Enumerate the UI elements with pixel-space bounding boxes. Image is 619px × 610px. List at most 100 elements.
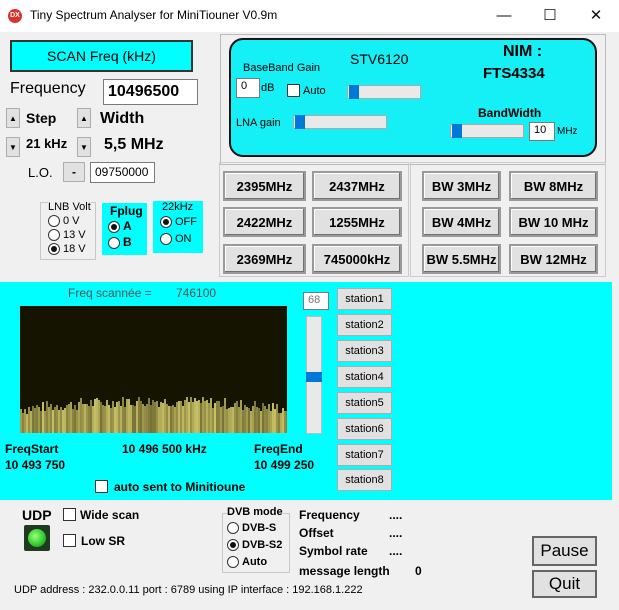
khz22-option-off[interactable]: OFF — [160, 216, 197, 229]
lo-minus-button[interactable]: - — [63, 162, 85, 182]
radio-icon — [160, 233, 172, 246]
lo-input[interactable]: 09750000 — [90, 162, 155, 183]
dvb-mode-title: DVB mode — [227, 506, 283, 518]
width-value: 5,5 MHz — [104, 136, 164, 153]
radio-icon — [48, 215, 60, 228]
freq-end-label: FreqEnd — [254, 442, 303, 456]
wide-scan-label: Wide scan — [80, 508, 140, 522]
step-up-button[interactable]: ▲ — [6, 108, 20, 128]
bw-5-5mhz-button[interactable]: BW 5.5MHz — [422, 244, 501, 274]
quit-button[interactable]: Quit — [532, 570, 597, 598]
station5-button[interactable]: station5 — [337, 392, 392, 414]
low-sr-label: Low SR — [81, 534, 125, 548]
status-message-length-label: message length — [299, 564, 390, 578]
title-bar: DX Tiny Spectrum Analyser for MiniTioune… — [0, 0, 619, 32]
low-sr-checkbox[interactable] — [63, 534, 76, 547]
maximize-button[interactable]: ☐ — [527, 0, 573, 32]
status-symbol-rate-value: .... — [389, 544, 403, 558]
preset-2395mhz-button[interactable]: 2395MHz — [223, 171, 306, 201]
radio-selected-icon — [227, 539, 239, 552]
lnb-option-13v[interactable]: 13 V — [48, 229, 86, 242]
station8-button[interactable]: station8 — [337, 469, 392, 491]
lna-gain-label: LNA gain — [236, 117, 281, 129]
step-down-button[interactable]: ▼ — [6, 137, 20, 157]
udp-address-status: UDP address : 232.0.0.11 port : 6789 usi… — [14, 584, 363, 596]
frequency-input[interactable]: 10496500 — [103, 79, 198, 105]
baseband-gain-input[interactable]: 0 — [236, 78, 260, 98]
status-message-length-value: 0 — [415, 564, 422, 578]
bw-8mhz-button[interactable]: BW 8MHz — [509, 171, 598, 201]
bw-4mhz-button[interactable]: BW 4MHz — [422, 207, 501, 237]
bandwidth-input[interactable]: 10 — [529, 122, 555, 141]
bandwidth-label: BandWidth — [478, 106, 542, 120]
window-title: Tiny Spectrum Analyser for MiniTiouner V… — [30, 8, 278, 22]
wide-scan-checkbox[interactable] — [63, 508, 76, 521]
lna-gain-slider-thumb[interactable] — [295, 115, 305, 129]
station4-button[interactable]: station4 — [337, 366, 392, 388]
freq-end-value: 10 499 250 — [254, 458, 315, 472]
preset-2422mhz-button[interactable]: 2422MHz — [223, 207, 306, 237]
dvb-option-dvbs[interactable]: DVB-S — [227, 522, 276, 535]
station6-button[interactable]: station6 — [337, 418, 392, 440]
dvb-option-dvbs2[interactable]: DVB-S2 — [227, 539, 282, 552]
level-input[interactable]: 68 — [303, 292, 329, 310]
station1-button[interactable]: station1 — [337, 288, 392, 310]
status-frequency-label: Frequency — [299, 508, 360, 522]
radio-icon — [108, 236, 120, 249]
auto-label: Auto — [303, 85, 326, 97]
radio-selected-icon — [108, 220, 120, 233]
scan-freq-button[interactable]: SCAN Freq (kHz) — [10, 40, 193, 72]
lo-label: L.O. — [28, 165, 53, 180]
width-down-button[interactable]: ▼ — [77, 137, 91, 157]
bw-10mhz-button[interactable]: BW 10 MHz — [509, 207, 598, 237]
width-up-button[interactable]: ▲ — [77, 108, 91, 128]
pause-button[interactable]: Pause — [532, 536, 597, 566]
status-frequency-value: .... — [389, 508, 403, 522]
freq-start-label: FreqStart — [5, 442, 59, 456]
bw-3mhz-button[interactable]: BW 3MHz — [422, 171, 501, 201]
nim-label: NIM : — [503, 43, 543, 60]
preset-2369mhz-button[interactable]: 2369MHz — [223, 244, 306, 274]
baseband-gain-slider-thumb[interactable] — [349, 85, 359, 99]
udp-label: UDP — [22, 507, 52, 523]
fplug-option-b[interactable]: B — [108, 235, 132, 249]
close-button[interactable]: ✕ — [573, 0, 619, 32]
minimize-button[interactable]: — — [481, 0, 527, 32]
lnb-option-18v[interactable]: 18 V — [48, 243, 86, 256]
station7-button[interactable]: station7 — [337, 444, 392, 466]
bandwidth-slider-thumb[interactable] — [452, 124, 462, 138]
fplug-option-a[interactable]: A — [108, 219, 132, 233]
dvb-option-auto[interactable]: Auto — [227, 556, 267, 569]
preset-1255mhz-button[interactable]: 1255MHz — [312, 207, 402, 237]
level-slider-thumb[interactable] — [306, 372, 322, 382]
bw-12mhz-button[interactable]: BW 12MHz — [509, 244, 598, 274]
mhz-label: MHz — [557, 126, 578, 137]
freq-start-value: 10 493 750 — [5, 458, 66, 472]
station3-button[interactable]: station3 — [337, 340, 392, 362]
station2-button[interactable]: station2 — [337, 314, 392, 336]
lnb-volt-title: LNB Volt — [48, 201, 91, 213]
baseband-gain-label: BaseBand Gain — [243, 62, 321, 74]
freq-scanned-value: 746100 — [176, 286, 217, 300]
down-arrow-icon: ▼ — [9, 142, 17, 152]
center-freq-value: 10 496 500 kHz — [122, 442, 207, 456]
freq-scanned-label: Freq scannée = — [68, 286, 152, 300]
khz22-title: 22kHz — [162, 201, 194, 213]
radio-icon — [227, 522, 239, 535]
preset-2437mhz-button[interactable]: 2437MHz — [312, 171, 402, 201]
status-offset-label: Offset — [299, 526, 334, 540]
up-arrow-icon: ▲ — [80, 113, 88, 123]
radio-selected-icon — [160, 216, 172, 229]
preset-745000khz-button[interactable]: 745000kHz — [312, 244, 402, 274]
lna-gain-slider[interactable] — [293, 115, 387, 129]
udp-led-frame — [24, 525, 50, 551]
auto-sent-checkbox[interactable] — [95, 480, 108, 493]
frequency-label: Frequency — [10, 80, 86, 97]
spectrum-display — [20, 306, 287, 433]
lnb-option-0v[interactable]: 0 V — [48, 215, 80, 228]
radio-selected-icon — [48, 243, 60, 256]
step-value: 21 kHz — [26, 136, 68, 151]
radio-icon — [227, 556, 239, 569]
khz22-option-on[interactable]: ON — [160, 233, 192, 246]
auto-checkbox[interactable] — [287, 84, 300, 97]
